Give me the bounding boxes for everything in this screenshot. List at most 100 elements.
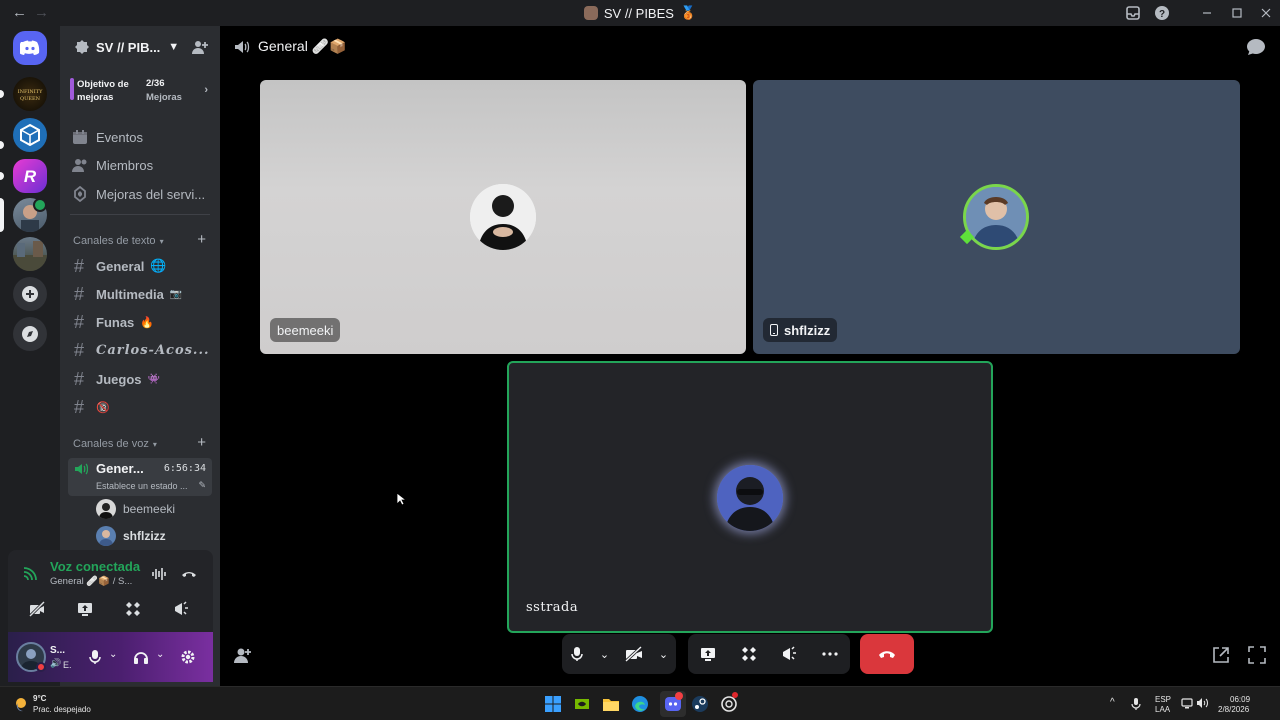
- gear-icon[interactable]: [180, 649, 196, 665]
- camera-off-button[interactable]: [16, 594, 58, 624]
- weather-temp: 9°C: [33, 694, 47, 703]
- nav-events[interactable]: Eventos: [72, 126, 143, 148]
- network-icon[interactable]: [1181, 697, 1193, 709]
- steam-icon[interactable]: [691, 695, 709, 713]
- edge-icon[interactable]: [631, 695, 649, 713]
- voice-status-text[interactable]: Establece un estado ...: [96, 481, 188, 491]
- disconnect-icon[interactable]: [181, 566, 197, 582]
- avatar: [717, 465, 783, 531]
- maximize-icon[interactable]: [1229, 5, 1245, 21]
- soundboard-icon[interactable]: [781, 646, 797, 662]
- nvidia-icon[interactable]: [573, 695, 591, 713]
- add-voice-channel-button[interactable]: +: [197, 434, 206, 451]
- unread-pill: [0, 90, 4, 98]
- volume-icon[interactable]: [1196, 697, 1208, 709]
- boost-goal[interactable]: Objetivo de mejoras 2/36 Mejoras ›: [70, 74, 212, 112]
- minimize-icon[interactable]: [1199, 5, 1215, 21]
- video-tile-speaking[interactable]: sstrada: [507, 361, 993, 633]
- close-icon[interactable]: [1258, 5, 1274, 21]
- pencil-icon[interactable]: ✎: [198, 480, 206, 491]
- camera-off-icon[interactable]: [624, 646, 643, 662]
- tile-name-label: shflzizz: [763, 318, 838, 342]
- window-title: SV // PIBES: [603, 5, 674, 21]
- voice-channel-general[interactable]: Gener... 6:56:34 Establece un estado ...…: [68, 458, 212, 496]
- camera-chevron-icon[interactable]: ⌄: [659, 648, 668, 661]
- microphone-icon[interactable]: [570, 646, 584, 662]
- keyboard-lang-1[interactable]: ESP: [1155, 695, 1171, 705]
- avatar: [96, 499, 116, 519]
- mobile-icon: [770, 324, 778, 336]
- add-text-channel-button[interactable]: +: [197, 231, 206, 248]
- file-explorer-icon[interactable]: [602, 695, 620, 713]
- text-category-header[interactable]: Canales de texto ▾: [73, 235, 164, 247]
- text-category-label: Canales de texto: [73, 235, 156, 247]
- voice-member[interactable]: beemeeki: [96, 498, 175, 520]
- hash-icon: #: [74, 368, 85, 389]
- help-icon[interactable]: ?: [1154, 5, 1170, 21]
- phone-hangup-icon: [879, 651, 895, 658]
- participant-name: beemeeki: [277, 322, 334, 338]
- voice-member[interactable]: shflzizz: [96, 525, 166, 547]
- channel-label: Carlos-Acos...: [96, 342, 210, 358]
- chat-bubble-icon[interactable]: [1246, 38, 1266, 56]
- clock-date[interactable]: 2/8/2026: [1218, 705, 1249, 715]
- medal-icon: 🥉: [679, 5, 697, 20]
- server-rockstar-icon[interactable]: R: [13, 159, 47, 193]
- channel-funas[interactable]: # Funas 🔥: [74, 311, 154, 333]
- user-status: E.: [63, 660, 72, 670]
- user-name: S...: [50, 645, 66, 656]
- screen-share-icon[interactable]: [700, 646, 716, 662]
- voice-channel-path[interactable]: General 🩹📦 / S...: [50, 576, 132, 587]
- members-icon: [72, 159, 87, 172]
- tray-overflow-icon[interactable]: ^: [1110, 698, 1115, 708]
- discord-home-icon[interactable]: [13, 31, 47, 65]
- channel-multimedia[interactable]: # Multimedia 📷: [74, 283, 182, 305]
- activities-button[interactable]: [112, 594, 154, 624]
- windows-start-icon[interactable]: [544, 695, 562, 713]
- channel-juegos[interactable]: # Juegos 👾: [74, 368, 160, 390]
- hash-icon: #: [74, 396, 85, 417]
- soundboard-button[interactable]: [160, 594, 202, 624]
- boost-unit: Mejoras: [146, 92, 182, 103]
- voice-category-header[interactable]: Canales de voz ▾: [73, 438, 157, 450]
- discover-icon[interactable]: [13, 317, 47, 351]
- nav-boosts[interactable]: Mejoras del servi...: [72, 183, 205, 205]
- mic-options-chevron-icon[interactable]: ⌄: [109, 649, 117, 660]
- nav-boosts-label: Mejoras del servi...: [96, 186, 206, 202]
- server-street-icon[interactable]: [13, 237, 47, 271]
- server-cube-icon[interactable]: [13, 118, 47, 152]
- weather-icon[interactable]: [12, 696, 28, 712]
- screen-share-button[interactable]: [64, 594, 106, 624]
- chevron-down-icon: ▾: [152, 439, 157, 449]
- invite-icon[interactable]: [192, 39, 208, 55]
- headphones-icon[interactable]: [133, 649, 149, 665]
- add-person-icon[interactable]: [234, 646, 252, 664]
- channel-emoji: 🔞: [96, 401, 110, 414]
- inbox-icon[interactable]: [1125, 5, 1141, 21]
- channel-nsfw[interactable]: # 🔞: [74, 396, 110, 418]
- more-options-icon[interactable]: [822, 652, 838, 656]
- server-infinity-queen-icon[interactable]: INFINITY QUEEN: [13, 77, 47, 111]
- notification-badge: [675, 692, 683, 700]
- signal-icon[interactable]: [22, 566, 38, 582]
- channel-carlos[interactable]: # Carlos-Acos...: [74, 339, 210, 361]
- fullscreen-icon[interactable]: [1248, 646, 1266, 664]
- channel-general[interactable]: # General 🌐: [74, 255, 167, 277]
- notification-dot: [732, 692, 738, 698]
- audio-options-chevron-icon[interactable]: ⌄: [156, 649, 164, 660]
- video-tile[interactable]: shflzizz: [753, 80, 1240, 354]
- mic-chevron-icon[interactable]: ⌄: [600, 648, 609, 661]
- video-tile[interactable]: beemeeki: [260, 80, 746, 354]
- keyboard-lang-2[interactable]: LAA: [1155, 705, 1170, 715]
- server-header[interactable]: SV // PIB... ▼: [60, 26, 220, 68]
- pop-out-icon[interactable]: [1212, 646, 1230, 664]
- hang-up-button[interactable]: [860, 634, 914, 674]
- clock-time[interactable]: 06:09: [1230, 695, 1250, 705]
- activities-icon[interactable]: [741, 646, 757, 662]
- microphone-icon[interactable]: [88, 649, 102, 665]
- hash-icon: #: [74, 255, 85, 276]
- tray-microphone-icon[interactable]: [1130, 697, 1142, 711]
- noise-suppression-icon[interactable]: [151, 566, 167, 582]
- add-server-icon[interactable]: [13, 277, 47, 311]
- nav-members[interactable]: Miembros: [72, 154, 153, 176]
